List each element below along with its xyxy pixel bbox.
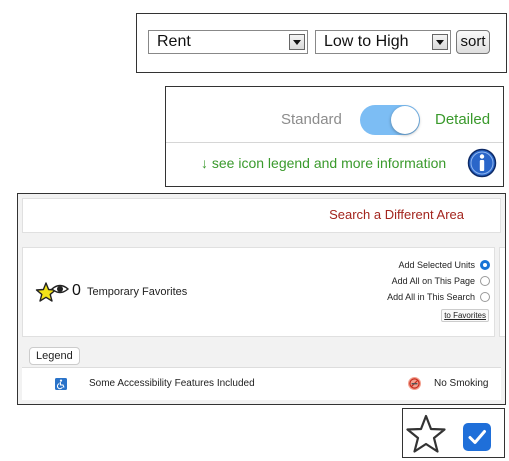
icon-legend-link[interactable]: ↓ see icon legend and more information <box>201 155 446 171</box>
divider <box>166 142 503 143</box>
favorites-side-panel <box>499 247 505 337</box>
add-selected-units-option[interactable]: Add Selected Units <box>398 260 490 270</box>
legend-row: Some Accessibility Features Included No … <box>22 367 501 400</box>
standard-label: Standard <box>281 111 342 128</box>
favorites-box: 0 Temporary Favorites Add Selected Units… <box>22 247 495 337</box>
accessibility-legend-label: Some Accessibility Features Included <box>89 378 255 389</box>
info-icon[interactable] <box>467 148 497 178</box>
favorites-count: 0 <box>72 282 81 299</box>
no-smoking-icon <box>408 377 421 390</box>
option-label: Add Selected Units <box>398 260 475 270</box>
search-area-bar: Search a Different Area <box>22 198 501 233</box>
radio-selected[interactable] <box>480 260 490 270</box>
radio-unselected[interactable] <box>480 292 490 302</box>
search-different-area-link[interactable]: Search a Different Area <box>329 207 464 222</box>
view-toggle-panel: Standard Detailed ↓ see icon legend and … <box>165 86 504 187</box>
option-label: Add All on This Page <box>391 276 475 286</box>
detailed-label: Detailed <box>435 111 491 128</box>
option-label: Add All in This Search <box>387 292 475 302</box>
view-toggle-switch[interactable] <box>360 105 420 135</box>
to-favorites-button[interactable]: to Favorites <box>441 309 489 322</box>
add-all-on-page-option[interactable]: Add All on This Page <box>392 276 490 286</box>
favorites-label: Temporary Favorites <box>87 286 188 298</box>
rent-select[interactable]: Rent <box>148 30 308 54</box>
chevron-down-icon[interactable] <box>432 34 448 50</box>
star-eye-icon[interactable] <box>35 280 75 306</box>
order-select-value: Low to High <box>324 33 409 50</box>
order-select[interactable]: Low to High <box>315 30 451 54</box>
star-outline-icon[interactable] <box>406 414 446 454</box>
add-all-in-search-option[interactable]: Add All in This Search <box>387 292 490 302</box>
favorite-select-panel <box>402 408 505 458</box>
sort-panel: Rent Low to High sort <box>136 13 507 73</box>
sort-button[interactable]: sort <box>456 30 490 54</box>
checkbox-checked-icon[interactable] <box>462 422 492 452</box>
toggle-knob[interactable] <box>391 106 419 134</box>
legend-tab[interactable]: Legend <box>29 347 80 365</box>
accessibility-icon <box>55 378 67 390</box>
rent-select-value: Rent <box>157 33 191 50</box>
chevron-down-icon[interactable] <box>289 34 305 50</box>
search-results-panel: Search a Different Area 0 Temporary Favo… <box>17 193 506 405</box>
radio-unselected[interactable] <box>480 276 490 286</box>
no-smoking-legend-label: No Smoking <box>434 378 489 389</box>
